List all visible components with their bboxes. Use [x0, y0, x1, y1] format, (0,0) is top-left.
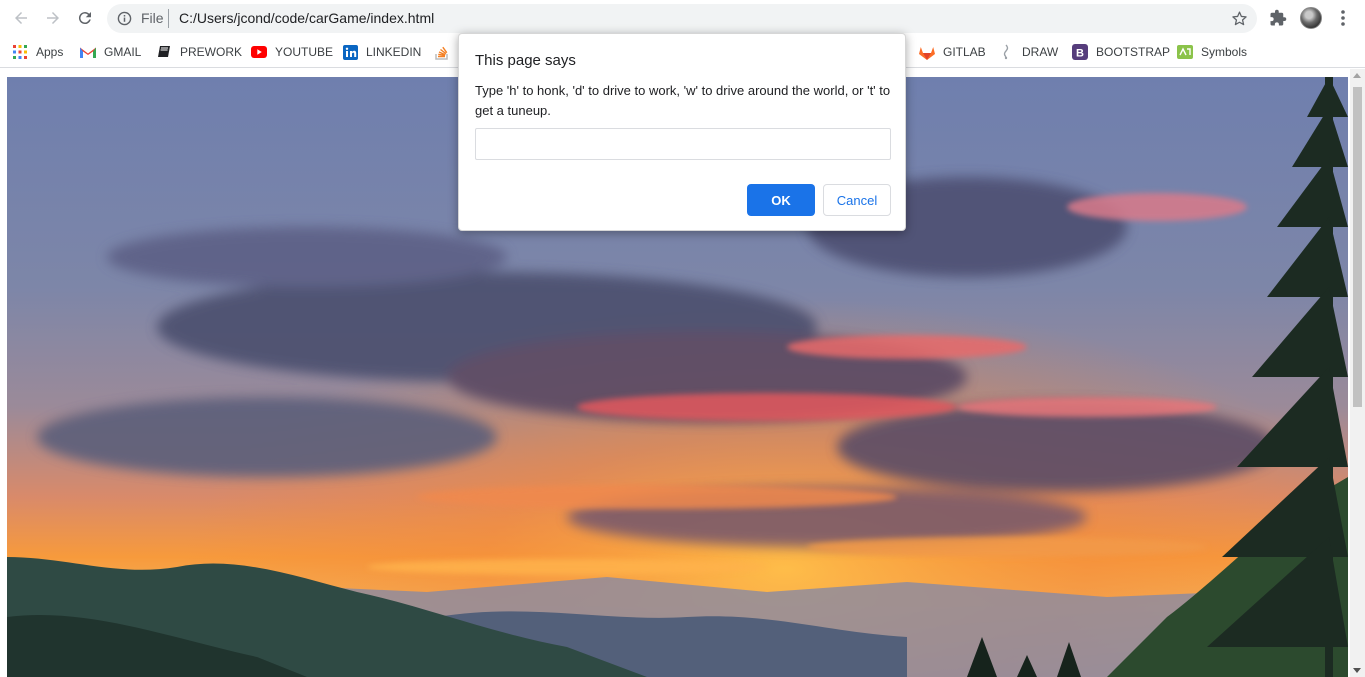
dialog-message: Type 'h' to honk, 'd' to drive to work, …	[475, 83, 891, 118]
bookmark-youtube[interactable]: YOUTUBE	[251, 42, 333, 62]
forward-button[interactable]	[41, 6, 65, 30]
address-scheme: File	[141, 10, 164, 26]
reload-button[interactable]	[73, 6, 97, 30]
bootstrap-icon: B	[1072, 44, 1088, 60]
svg-text:B: B	[1076, 48, 1084, 60]
symbols-icon	[1177, 44, 1193, 60]
bookmark-bootstrap[interactable]: B BOOTSTRAP	[1072, 42, 1170, 62]
apps-grid-icon	[12, 44, 28, 60]
bookmark-label: LINKEDIN	[366, 45, 422, 59]
stackoverflow-icon	[434, 44, 450, 60]
youtube-icon	[251, 44, 267, 60]
info-icon[interactable]	[117, 11, 132, 26]
bookmark-label: GMAIL	[104, 45, 142, 59]
bookmark-label: YOUTUBE	[275, 45, 334, 59]
gmail-icon	[80, 44, 96, 60]
cancel-button[interactable]: Cancel	[823, 184, 891, 216]
star-icon[interactable]	[1231, 10, 1248, 27]
browser-toolbar: File C:/Users/jcond/code/carGame/index.h…	[0, 0, 1365, 36]
prompt-dialog: This page says Type 'h' to honk, 'd' to …	[458, 33, 906, 231]
scroll-down-arrow-icon[interactable]	[1353, 668, 1361, 673]
draw-icon	[998, 44, 1014, 60]
bookmark-label: GITLAB	[943, 45, 986, 59]
dialog-title: This page says	[475, 52, 576, 69]
bookmark-label: Apps	[36, 45, 64, 59]
linkedin-icon	[342, 44, 358, 60]
prompt-input[interactable]	[475, 128, 891, 160]
ok-button[interactable]: OK	[747, 184, 815, 216]
bookmark-draw[interactable]: DRAW	[998, 42, 1058, 62]
bookmark-gmail[interactable]: GMAIL	[80, 42, 141, 62]
bookmark-label: PREWORK	[180, 45, 243, 59]
extensions-puzzle-icon[interactable]	[1269, 9, 1287, 27]
more-vert-icon[interactable]	[1336, 9, 1350, 27]
bookmark-label: Symbols	[1201, 45, 1248, 59]
vertical-scrollbar[interactable]	[1350, 69, 1365, 677]
scroll-up-arrow-icon[interactable]	[1353, 73, 1361, 78]
bookmark-gitlab[interactable]: GITLAB	[919, 42, 986, 62]
back-button[interactable]	[9, 6, 33, 30]
address-url[interactable]: C:/Users/jcond/code/carGame/index.html	[179, 10, 434, 26]
arrow-left-icon	[15, 12, 27, 24]
bookmark-label: BOOTSTRAP	[1096, 45, 1171, 59]
address-separator	[168, 9, 169, 28]
scrollbar-thumb[interactable]	[1353, 87, 1362, 407]
reload-icon	[78, 12, 91, 25]
book-icon	[156, 44, 172, 60]
gitlab-icon	[919, 44, 935, 60]
arrow-right-icon	[47, 12, 59, 24]
address-bar[interactable]: File C:/Users/jcond/code/carGame/index.h…	[107, 4, 1257, 33]
bookmark-linkedin[interactable]: LINKEDIN	[342, 42, 421, 62]
bookmark-stackoverflow[interactable]	[434, 42, 458, 62]
bookmark-prework[interactable]: PREWORK	[156, 42, 242, 62]
bookmark-symbols[interactable]: Symbols	[1177, 42, 1247, 62]
bookmark-apps[interactable]: Apps	[12, 42, 63, 62]
bookmark-label: DRAW	[1022, 45, 1059, 59]
profile-avatar[interactable]	[1300, 7, 1322, 29]
